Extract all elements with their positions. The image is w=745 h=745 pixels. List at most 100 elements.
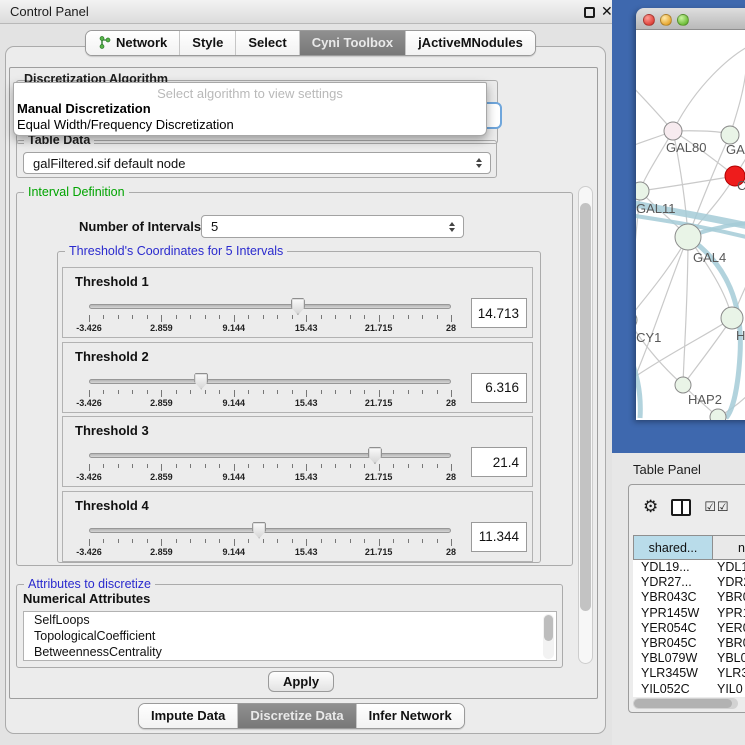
cell-shared-name: YLR345W bbox=[633, 666, 713, 681]
split-columns-icon[interactable] bbox=[671, 499, 691, 516]
tab-label: Cyni Toolbox bbox=[312, 35, 393, 50]
network-node-gal80[interactable] bbox=[664, 122, 682, 140]
select-columns-icons[interactable]: ☑☑ bbox=[704, 499, 729, 515]
slider-track[interactable] bbox=[89, 304, 451, 309]
network-edge[interactable] bbox=[636, 75, 673, 131]
close-traffic-light-icon[interactable] bbox=[643, 14, 655, 26]
table-row[interactable]: YBR045CYBR0 bbox=[633, 636, 745, 651]
network-edge[interactable] bbox=[730, 70, 745, 135]
network-node-hap2[interactable] bbox=[675, 377, 691, 393]
table-data-group: Table Data galFiltered.sif default node bbox=[16, 140, 497, 178]
attribute-item[interactable]: BetweennessCentrality bbox=[24, 644, 556, 660]
tab-jactivemnodules[interactable]: jActiveMNodules bbox=[405, 31, 535, 55]
table-row[interactable]: YDL19...YDL1 bbox=[633, 560, 745, 575]
column-header-shared-name[interactable]: shared... bbox=[633, 535, 713, 560]
slider-ticks bbox=[89, 462, 451, 471]
control-panel-titlebar: Control Panel bbox=[0, 0, 612, 24]
interval-definition-title: Interval Definition bbox=[24, 185, 129, 199]
table-row[interactable]: YLR345WYLR3 bbox=[633, 666, 745, 681]
network-node-h[interactable] bbox=[721, 307, 743, 329]
attributes-title: Attributes to discretize bbox=[24, 577, 155, 591]
menu-item-equal-width-frequency[interactable]: Equal Width/Frequency Discretization bbox=[14, 117, 486, 133]
attributes-scrollbar[interactable] bbox=[543, 614, 554, 659]
control-panel-tabs: Network Style Select Cyni Toolbox jActiveMNo… bbox=[85, 30, 536, 56]
threshold-value-field[interactable] bbox=[471, 373, 527, 403]
network-window-titlebar bbox=[636, 8, 745, 30]
slider-ticks bbox=[89, 313, 451, 322]
content-scrollbar[interactable] bbox=[578, 186, 593, 664]
tab-cyni-toolbox[interactable]: Cyni Toolbox bbox=[299, 31, 405, 55]
apply-button[interactable]: Apply bbox=[268, 671, 334, 692]
zoom-traffic-light-icon[interactable] bbox=[677, 14, 689, 26]
column-header-name[interactable]: n bbox=[713, 535, 745, 560]
interval-definition-group: Interval Definition Number of Intervals … bbox=[16, 192, 573, 566]
threshold-label: Threshold 4 bbox=[75, 498, 149, 513]
cell-shared-name: YPR145W bbox=[633, 606, 713, 621]
cell-shared-name: YDL19... bbox=[633, 560, 713, 575]
node-label: GCY1 bbox=[636, 330, 661, 345]
tab-network[interactable]: Network bbox=[86, 31, 179, 55]
threshold-value-field[interactable] bbox=[471, 522, 527, 552]
table-row[interactable]: YPR145WYPR1 bbox=[633, 606, 745, 621]
combo-stepper-icon bbox=[471, 158, 487, 168]
tab-label: Discretize Data bbox=[250, 708, 343, 723]
tab-label: Network bbox=[116, 35, 167, 50]
threshold-label: Threshold 1 bbox=[75, 274, 149, 289]
network-node-gcy1[interactable] bbox=[636, 311, 637, 329]
threshold-panel-1: Threshold 1 -3.4262.8599.14415.4321.71528 bbox=[62, 267, 533, 338]
slider-track[interactable] bbox=[89, 453, 451, 458]
tab-select[interactable]: Select bbox=[235, 31, 298, 55]
table-row[interactable]: YER054CYER0 bbox=[633, 621, 745, 636]
threshold-panel-2: Threshold 2 -3.4262.8599.14415.4321.71528 bbox=[62, 342, 533, 413]
attribute-item[interactable]: TopologicalCoefficient bbox=[24, 628, 556, 644]
network-edge[interactable] bbox=[673, 45, 745, 131]
threshold-value-field[interactable] bbox=[471, 298, 527, 328]
table-horizontal-scrollbar[interactable] bbox=[633, 698, 738, 709]
threshold-slider[interactable]: -3.4262.8599.14415.4321.71528 bbox=[89, 520, 451, 562]
thresholds-title: Threshold's Coordinates for 5 Intervals bbox=[65, 244, 287, 258]
network-node[interactable] bbox=[710, 409, 726, 420]
network-node-gal4[interactable] bbox=[675, 224, 701, 250]
tab-style[interactable]: Style bbox=[179, 31, 235, 55]
attribute-item[interactable]: SelfLoops bbox=[24, 612, 556, 628]
minimize-traffic-light-icon[interactable] bbox=[660, 14, 672, 26]
node-label: C bbox=[737, 178, 745, 193]
cell-shared-name: YIL052C bbox=[633, 682, 713, 697]
threshold-value-field[interactable] bbox=[471, 447, 527, 477]
tab-label: jActiveMNodules bbox=[418, 35, 523, 50]
tab-discretize-data[interactable]: Discretize Data bbox=[237, 704, 355, 728]
cell-name: YER0 bbox=[713, 621, 745, 636]
slider-tick-labels: -3.4262.8599.14415.4321.71528 bbox=[89, 398, 451, 410]
float-window-icon[interactable] bbox=[584, 7, 595, 18]
gear-icon[interactable]: ⚙ bbox=[643, 497, 658, 517]
cell-shared-name: YBR045C bbox=[633, 636, 713, 651]
network-node-gal11[interactable] bbox=[636, 182, 649, 200]
threshold-slider[interactable]: -3.4262.8599.14415.4321.71528 bbox=[89, 371, 451, 413]
slider-track[interactable] bbox=[89, 528, 451, 533]
slider-track[interactable] bbox=[89, 379, 451, 384]
tab-infer-network[interactable]: Infer Network bbox=[356, 704, 464, 728]
node-label: GA bbox=[726, 142, 745, 157]
numerical-attributes-list[interactable]: SelfLoopsTopologicalCoefficientBetweenne… bbox=[23, 611, 557, 661]
node-label: HAP2 bbox=[688, 392, 722, 407]
table-row[interactable]: YBR043CYBR0 bbox=[633, 590, 745, 605]
close-icon[interactable]: ✕ bbox=[601, 3, 613, 20]
network-canvas[interactable]: GAL80GACGAL11GAL4GCY1HHAP2 bbox=[636, 30, 745, 420]
network-edge[interactable] bbox=[683, 237, 688, 385]
menu-item-manual-discretization[interactable]: Manual Discretization bbox=[14, 101, 486, 117]
threshold-label: Threshold 2 bbox=[75, 349, 149, 364]
slider-ticks bbox=[89, 537, 451, 546]
node-label: H bbox=[736, 328, 745, 343]
table-row[interactable]: YDR27...YDR2 bbox=[633, 575, 745, 590]
network-edge[interactable] bbox=[640, 176, 735, 191]
cell-name: YBR0 bbox=[713, 590, 745, 605]
tab-label: Select bbox=[248, 35, 286, 50]
table-row[interactable]: YBL079WYBL0 bbox=[633, 651, 745, 666]
threshold-slider[interactable]: -3.4262.8599.14415.4321.71528 bbox=[89, 445, 451, 487]
number-of-intervals-combobox[interactable]: 5 bbox=[201, 215, 464, 238]
network-edge[interactable] bbox=[683, 318, 732, 385]
tab-impute-data[interactable]: Impute Data bbox=[139, 704, 237, 728]
table-data-combobox[interactable]: galFiltered.sif default node bbox=[23, 152, 491, 174]
table-row[interactable]: YIL052CYIL0 bbox=[633, 682, 745, 697]
threshold-slider[interactable]: -3.4262.8599.14415.4321.71528 bbox=[89, 296, 451, 338]
